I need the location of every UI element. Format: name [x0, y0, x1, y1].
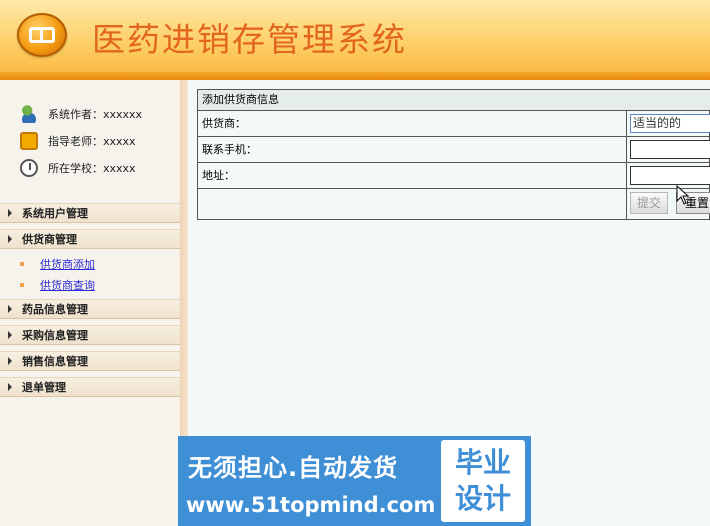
form-row-address: 地址： [198, 163, 710, 189]
clock-icon [20, 159, 38, 177]
nav-group-label: 药品信息管理 [22, 303, 88, 316]
nav-group-label: 销售信息管理 [22, 355, 88, 368]
app-title: 医药进销存管理系统 [92, 20, 407, 59]
phone-label: 联系手机： [202, 143, 257, 156]
phone-icon [20, 132, 38, 150]
nav-group-drugs[interactable]: 药品信息管理 [0, 299, 180, 319]
nav-item-supplier-query[interactable]: 供货商查询 [20, 276, 95, 294]
form-row-actions: 提交 重置 [198, 189, 710, 220]
form-row-supplier: 供货商： 适当的的 [198, 111, 710, 137]
caret-right-icon [8, 305, 12, 313]
app-logo-icon [17, 13, 67, 57]
caret-right-icon [8, 357, 12, 365]
nav-group-users[interactable]: 系统用户管理 [0, 203, 180, 223]
address-label: 地址： [202, 169, 235, 182]
nav-group-sales[interactable]: 销售信息管理 [0, 351, 180, 371]
caret-right-icon [8, 383, 12, 391]
nav-group-label: 供货商管理 [22, 233, 77, 246]
supplier-form: 添加供货商信息 供货商： 适当的的 联系手机： 地址： 提交 重置 [197, 89, 710, 220]
info-teacher-label: 指导老师：xxxxx [48, 135, 136, 148]
caret-right-icon [8, 209, 12, 217]
watermark-slogan: 无须担心.自动发货 [188, 454, 399, 482]
info-author: 系统作者：xxxxxx [20, 104, 142, 124]
caret-right-icon [8, 331, 12, 339]
nav-link-supplier-add[interactable]: 供货商添加 [40, 256, 95, 272]
address-input[interactable] [630, 166, 710, 185]
caret-right-icon [8, 235, 12, 243]
watermark-banner: 无须担心.自动发货 www.51topmind.com 毕业 设计 [178, 436, 531, 526]
bullet-icon [20, 262, 24, 266]
phone-input[interactable] [630, 140, 710, 159]
nav-link-supplier-query[interactable]: 供货商查询 [40, 277, 95, 293]
nav-group-label: 采购信息管理 [22, 329, 88, 342]
bullet-icon [20, 283, 24, 287]
watermark-badge-bottom: 设计 [454, 482, 511, 515]
info-teacher: 指导老师：xxxxx [20, 131, 136, 151]
user-group-icon [20, 105, 38, 123]
mouse-cursor-icon [676, 184, 690, 205]
header-divider [0, 72, 710, 80]
nav-group-label: 系统用户管理 [22, 207, 88, 220]
nav-group-purchase[interactable]: 采购信息管理 [0, 325, 180, 345]
info-school: 所在学校：xxxxx [20, 158, 136, 178]
nav-group-suppliers[interactable]: 供货商管理 [0, 229, 180, 249]
submit-button[interactable]: 提交 [630, 192, 669, 214]
supplier-label: 供货商： [202, 117, 246, 130]
column-divider [626, 111, 627, 220]
watermark-badge: 毕业 设计 [441, 440, 525, 522]
watermark-url: www.51topmind.com [186, 493, 436, 517]
form-row-phone: 联系手机： [198, 137, 710, 163]
form-title: 添加供货商信息 [198, 90, 710, 111]
nav-group-returns[interactable]: 退单管理 [0, 377, 180, 397]
nav-group-label: 退单管理 [22, 381, 66, 394]
info-school-label: 所在学校：xxxxx [48, 162, 136, 175]
nav-item-supplier-add[interactable]: 供货商添加 [20, 255, 95, 273]
supplier-input[interactable]: 适当的的 [630, 114, 710, 133]
info-author-label: 系统作者：xxxxxx [48, 108, 143, 121]
watermark-badge-top: 毕业 [454, 446, 511, 479]
